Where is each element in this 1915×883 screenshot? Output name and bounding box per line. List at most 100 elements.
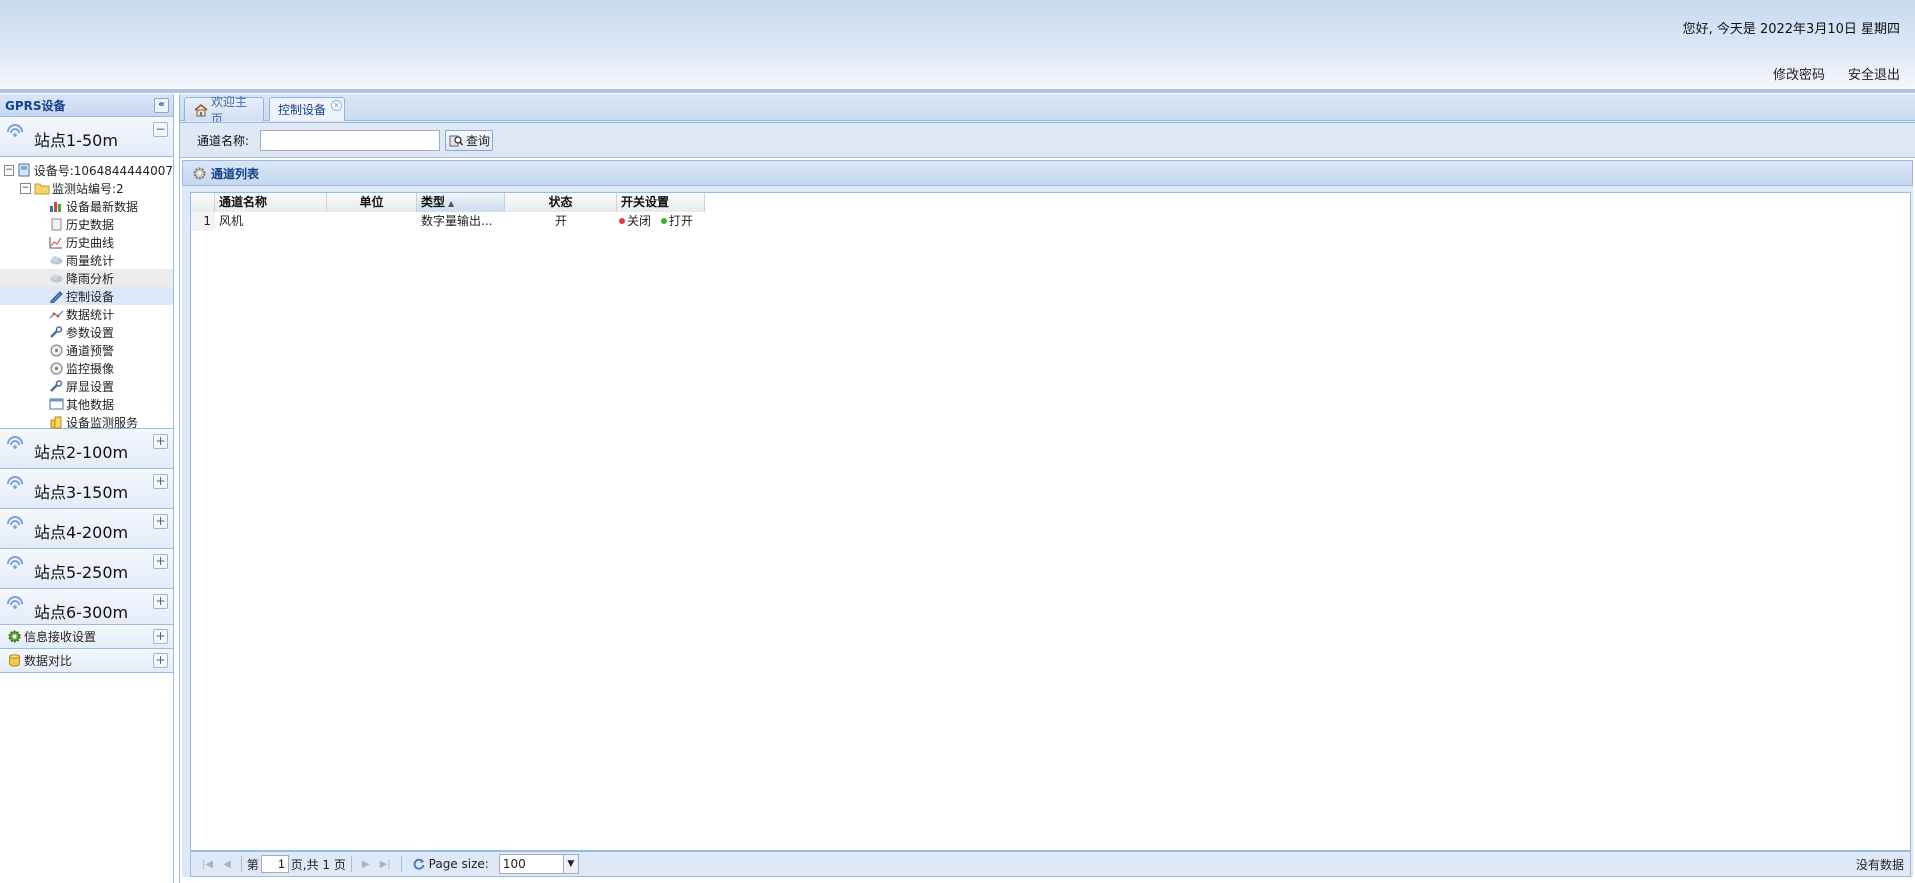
tree-leaf[interactable]: 降雨分析 xyxy=(0,269,173,287)
tree-leaf[interactable]: 数据统计 xyxy=(0,305,173,323)
window-icon xyxy=(48,397,64,411)
prev-page-icon[interactable]: ◀ xyxy=(223,859,231,870)
tree-leaf[interactable]: 雨量统计 xyxy=(0,251,173,269)
home-icon xyxy=(193,103,209,117)
wrench-icon xyxy=(48,325,64,339)
sidebar-title-label: GPRS设备 xyxy=(5,98,66,113)
channel-list-panel: 通道列表 通道名称 单位 类型 ▲ 状态 开关设置 1 风机 数字量输出... 开 xyxy=(182,160,1913,877)
plus-icon[interactable]: + xyxy=(153,629,168,644)
cell-type: 数字量输出... xyxy=(421,214,493,228)
sidebar: GPRS设备 « 站点1-50m − − 设备号:1064844444007 −… xyxy=(0,94,174,883)
sidebar-station-2[interactable]: 站点2-100m + xyxy=(0,429,173,469)
cell-unit xyxy=(327,212,417,231)
sidebar-station-6[interactable]: 站点6-300m + xyxy=(0,589,173,625)
sidebar-station-3[interactable]: 站点3-150m + xyxy=(0,469,173,509)
query-button[interactable]: 查询 xyxy=(445,129,494,151)
gear-icon xyxy=(191,166,207,180)
grid-header: 通道名称 单位 类型 ▲ 状态 开关设置 xyxy=(191,193,705,212)
tree-leaf-label: 降雨分析 xyxy=(66,271,115,286)
database-icon xyxy=(6,654,22,668)
double-chevron-left-icon[interactable]: « xyxy=(154,98,169,113)
sidebar-station-5[interactable]: 站点5-250m + xyxy=(0,549,173,589)
next-page-icon[interactable]: ▶ xyxy=(362,859,370,870)
column-header-switch[interactable]: 开关设置 xyxy=(617,193,705,212)
panel-header: 通道列表 xyxy=(182,160,1913,186)
tree-leaf[interactable]: 历史曲线 xyxy=(0,233,173,251)
cloud-icon xyxy=(48,253,64,267)
station-label: 站点6-300m xyxy=(34,603,129,622)
tree-leaf-label: 设备最新数据 xyxy=(66,199,139,214)
last-page-icon[interactable]: ▶| xyxy=(380,859,391,870)
collapse-toggle-icon[interactable]: − xyxy=(20,182,31,194)
search-input[interactable] xyxy=(260,129,441,151)
tree-leaf[interactable]: 历史数据 xyxy=(0,215,173,233)
tree-leaf-label: 历史数据 xyxy=(66,217,115,232)
tree-leaf[interactable]: 设备最新数据 xyxy=(0,197,173,215)
tree-leaf-selected[interactable]: 控制设备 xyxy=(0,287,173,305)
plus-icon[interactable]: + xyxy=(153,514,168,529)
disc-icon xyxy=(48,361,64,375)
column-header-status[interactable]: 状态 xyxy=(505,193,617,212)
page-suffix: 页,共 1 页 xyxy=(290,857,346,872)
first-page-icon[interactable]: |◀ xyxy=(202,859,213,870)
wrench-icon xyxy=(48,379,64,393)
device-icon xyxy=(17,163,32,177)
tab-control-device[interactable]: 控制设备 ✕ xyxy=(269,97,345,121)
tree-leaf[interactable]: 通道预警 xyxy=(0,341,173,359)
tree-leaf[interactable]: 其他数据 xyxy=(0,395,173,413)
page-size-select[interactable]: 100 ▼ xyxy=(498,854,579,874)
page-size-label: Page size: xyxy=(428,857,489,871)
header: 您好, 今天是 2022年3月10日 星期四 修改密码 安全退出 xyxy=(0,0,1915,93)
plus-icon[interactable]: + xyxy=(153,474,168,489)
tree-device-label: 设备号:1064844444007 xyxy=(33,163,173,178)
station-label: 站点3-150m xyxy=(34,483,129,502)
tree-leaf[interactable]: 监控摄像 xyxy=(0,359,173,377)
sidebar-station-1[interactable]: 站点1-50m − xyxy=(0,117,173,157)
signal-icon xyxy=(7,596,23,609)
tree-leaf-label: 设备监测服务 xyxy=(66,415,139,430)
sidebar-station-4[interactable]: 站点4-200m + xyxy=(0,509,173,549)
tree-leaf-label: 数据统计 xyxy=(66,307,115,322)
plus-icon[interactable]: + xyxy=(153,594,168,609)
logout-link[interactable]: 安全退出 xyxy=(1848,64,1900,83)
column-header-type[interactable]: 类型 ▲ xyxy=(417,193,505,212)
empty-status-text: 没有数据 xyxy=(1855,857,1904,872)
tree-station-label: 监测站编号:2 xyxy=(52,181,124,196)
line-chart-icon xyxy=(48,235,64,249)
tree-station-node[interactable]: − 监测站编号:2 xyxy=(0,179,173,197)
cell-status: 开 xyxy=(554,214,567,228)
column-header-name[interactable]: 通道名称 xyxy=(215,193,327,212)
plus-icon[interactable]: + xyxy=(153,653,168,668)
header-links: 修改密码 安全退出 xyxy=(1773,64,1900,83)
tab-content: 通道名称: 查询 通道列表 通道名称 单位 类型 ▲ 状态 开关设置 1 风机 … xyxy=(180,122,1915,883)
sidebar-group-message-settings[interactable]: 信息接收设置 + xyxy=(0,625,173,649)
change-password-link[interactable]: 修改密码 xyxy=(1773,64,1825,83)
refresh-icon[interactable] xyxy=(411,857,427,871)
search-toolbar: 通道名称: 查询 xyxy=(180,123,1915,158)
sidebar-group-data-compare[interactable]: 数据对比 + xyxy=(0,649,173,673)
close-icon[interactable]: ✕ xyxy=(331,100,342,111)
tree-leaf-label: 雨量统计 xyxy=(66,253,115,268)
tree-leaf[interactable]: 参数设置 xyxy=(0,323,173,341)
cell-name: 风机 xyxy=(219,214,244,228)
column-header-unit[interactable]: 单位 xyxy=(327,193,417,212)
switch-off-button[interactable]: 关闭 xyxy=(619,214,651,228)
switch-on-button[interactable]: 打开 xyxy=(660,214,693,228)
gear-icon xyxy=(6,630,22,644)
minus-icon[interactable]: − xyxy=(153,122,168,137)
tree-leaf-label: 历史曲线 xyxy=(66,235,115,250)
tree-device-node[interactable]: − 设备号:1064844444007 xyxy=(0,161,173,179)
plus-icon[interactable]: + xyxy=(153,554,168,569)
page-number-input[interactable] xyxy=(260,855,289,873)
tab-welcome[interactable]: 欢迎主页 xyxy=(184,95,264,126)
collapse-toggle-icon[interactable]: − xyxy=(4,164,15,176)
divider xyxy=(350,856,352,872)
plus-icon[interactable]: + xyxy=(153,434,168,449)
page-prefix: 第 xyxy=(246,857,259,872)
tree-leaf[interactable]: 屏显设置 xyxy=(0,377,173,395)
station-label: 站点4-200m xyxy=(34,523,129,542)
chevron-down-icon[interactable]: ▼ xyxy=(562,855,578,873)
table-row[interactable]: 1 风机 数字量输出... 开 关闭 打开 xyxy=(191,212,717,231)
panel-title: 通道列表 xyxy=(211,166,260,181)
tree-leaf-label: 参数设置 xyxy=(66,325,115,340)
